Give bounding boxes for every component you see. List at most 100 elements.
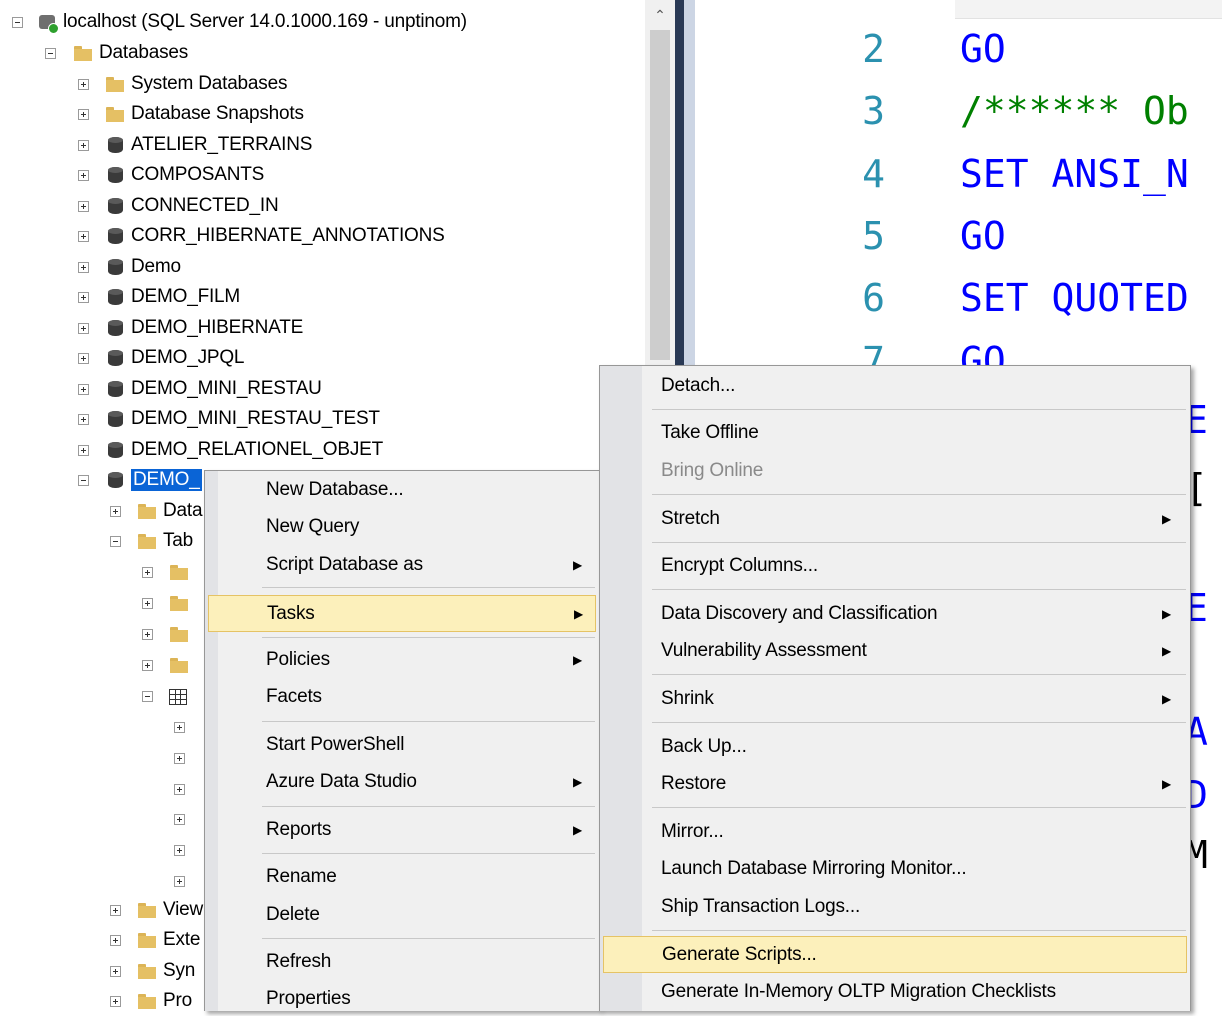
expand-icon[interactable] <box>78 352 89 364</box>
tree-node-database-snapshots[interactable]: Database Snapshots <box>78 99 304 129</box>
tree-node-database[interactable]: Demo <box>78 252 181 282</box>
expand-icon[interactable] <box>174 783 185 795</box>
tree-node-column[interactable] <box>174 712 185 742</box>
menu-item-launch-mirroring-monitor[interactable]: Launch Database Mirroring Monitor... <box>602 852 1188 886</box>
collapse-icon[interactable] <box>12 16 23 28</box>
menu-item-vulnerability-assessment[interactable]: Vulnerability Assessment ▶ <box>602 634 1188 668</box>
tree-node-tables-subfolder[interactable] <box>142 588 189 618</box>
expand-icon[interactable] <box>78 261 89 273</box>
scroll-up-arrow-icon[interactable]: ⌃ <box>645 0 675 30</box>
tree-node-synonyms[interactable]: Syn <box>110 956 195 986</box>
tree-node-database[interactable]: COMPOSANTS <box>78 160 264 190</box>
expand-icon[interactable] <box>110 505 121 517</box>
expand-icon[interactable] <box>78 230 89 242</box>
menu-item-data-discovery[interactable]: Data Discovery and Classification ▶ <box>602 597 1188 631</box>
tree-node-database[interactable]: DEMO_HIBERNATE <box>78 313 303 343</box>
menu-item-encrypt-columns[interactable]: Encrypt Columns... <box>602 549 1188 583</box>
tree-node-tables-subfolder[interactable] <box>142 557 189 587</box>
tree-node-server[interactable]: localhost (SQL Server 14.0.1000.169 - un… <box>12 7 467 37</box>
tree-node-databases[interactable]: Databases <box>45 38 188 68</box>
tree-node-column[interactable] <box>174 866 185 896</box>
tree-node-database[interactable]: DEMO_RELATIONEL_OBJET <box>78 435 383 465</box>
expand-icon[interactable] <box>78 200 89 212</box>
menu-item-mirror[interactable]: Mirror... <box>602 815 1188 849</box>
menu-item-start-powershell[interactable]: Start PowerShell <box>207 728 597 762</box>
tree-node-column[interactable] <box>174 774 185 804</box>
menu-item-delete[interactable]: Delete <box>207 898 597 932</box>
menu-item-bring-online[interactable]: Bring Online <box>602 454 1188 488</box>
menu-item-stretch[interactable]: Stretch ▶ <box>602 502 1188 536</box>
expand-icon[interactable] <box>78 413 89 425</box>
tree-node-database[interactable]: DEMO_FILM <box>78 282 240 312</box>
line-number: 2 <box>862 27 885 71</box>
tree-node-database-diagrams[interactable]: Data <box>110 496 203 526</box>
expand-icon[interactable] <box>110 965 121 977</box>
tree-node-programmability[interactable]: Pro <box>110 986 192 1011</box>
expand-icon[interactable] <box>142 628 153 640</box>
menu-item-generate-inmemory-checklists[interactable]: Generate In-Memory OLTP Migration Checkl… <box>602 975 1188 1009</box>
tree-node-column[interactable] <box>174 804 185 834</box>
scrollbar-thumb[interactable] <box>650 30 670 360</box>
tree-node-database[interactable]: CORR_HIBERNATE_ANNOTATIONS <box>78 221 445 251</box>
expand-icon[interactable] <box>110 904 121 916</box>
tree-node-column[interactable] <box>174 835 185 865</box>
menu-item-reports[interactable]: Reports ▶ <box>207 813 597 847</box>
collapse-icon[interactable] <box>78 474 89 486</box>
expand-icon[interactable] <box>174 721 185 733</box>
tree-node-database[interactable]: DEMO_JPQL <box>78 343 244 373</box>
menu-item-policies[interactable]: Policies ▶ <box>207 643 597 677</box>
expand-icon[interactable] <box>174 752 185 764</box>
expand-icon[interactable] <box>110 934 121 946</box>
collapse-icon[interactable] <box>45 47 56 59</box>
tree-node-column[interactable] <box>174 743 185 773</box>
expand-icon[interactable] <box>142 566 153 578</box>
database-icon <box>105 287 125 307</box>
menu-item-rename[interactable]: Rename <box>207 860 597 894</box>
expand-icon[interactable] <box>174 813 185 825</box>
expand-icon[interactable] <box>78 444 89 456</box>
expand-icon[interactable] <box>78 291 89 303</box>
tree-node-database[interactable]: ATELIER_TERRAINS <box>78 130 312 160</box>
menu-item-script-database-as[interactable]: Script Database as ▶ <box>207 548 597 582</box>
tree-node-tables-subfolder[interactable] <box>142 619 189 649</box>
expand-icon[interactable] <box>78 139 89 151</box>
tree-node-selected-database[interactable]: DEMO_ <box>78 465 202 495</box>
tree-node-database[interactable]: CONNECTED_IN <box>78 191 279 221</box>
menu-item-new-database[interactable]: New Database... <box>207 473 597 507</box>
expand-icon[interactable] <box>174 844 185 856</box>
expand-icon[interactable] <box>78 322 89 334</box>
tree-node-database[interactable]: DEMO_MINI_RESTAU <box>78 374 322 404</box>
expand-icon[interactable] <box>110 995 121 1007</box>
collapse-icon[interactable] <box>142 690 153 702</box>
menu-item-back-up[interactable]: Back Up... <box>602 730 1188 764</box>
menu-item-new-query[interactable]: New Query <box>207 510 597 544</box>
tree-node-system-databases[interactable]: System Databases <box>78 69 287 99</box>
collapse-icon[interactable] <box>110 535 121 547</box>
menu-item-facets[interactable]: Facets <box>207 680 597 714</box>
menu-item-take-offline[interactable]: Take Offline <box>602 416 1188 450</box>
tree-node-tables-subfolder[interactable] <box>142 650 189 680</box>
database-icon <box>105 165 125 185</box>
expand-icon[interactable] <box>78 108 89 120</box>
menu-item-tasks[interactable]: Tasks ▶ <box>208 595 596 632</box>
menu-item-shrink[interactable]: Shrink ▶ <box>602 682 1188 716</box>
expand-icon[interactable] <box>78 169 89 181</box>
menu-item-refresh[interactable]: Refresh <box>207 945 597 979</box>
tree-node-views[interactable]: View <box>110 895 203 925</box>
tree-node-table[interactable] <box>142 681 187 711</box>
expand-icon[interactable] <box>142 659 153 671</box>
menu-item-ship-transaction-logs[interactable]: Ship Transaction Logs... <box>602 890 1188 924</box>
expand-icon[interactable] <box>142 597 153 609</box>
menu-item-detach[interactable]: Detach... <box>602 369 1188 403</box>
external-resources-label: Exte <box>163 929 201 950</box>
menu-item-restore[interactable]: Restore ▶ <box>602 767 1188 801</box>
database-label: COMPOSANTS <box>131 164 265 185</box>
tree-node-database[interactable]: DEMO_MINI_RESTAU_TEST <box>78 404 380 434</box>
expand-icon[interactable] <box>174 875 185 887</box>
expand-icon[interactable] <box>78 78 89 90</box>
menu-item-azure-data-studio[interactable]: Azure Data Studio ▶ <box>207 765 597 799</box>
tree-node-external-resources[interactable]: Exte <box>110 925 200 955</box>
expand-icon[interactable] <box>78 383 89 395</box>
tree-node-tables[interactable]: Tab <box>110 526 193 556</box>
menu-item-generate-scripts[interactable]: Generate Scripts... <box>603 936 1187 973</box>
